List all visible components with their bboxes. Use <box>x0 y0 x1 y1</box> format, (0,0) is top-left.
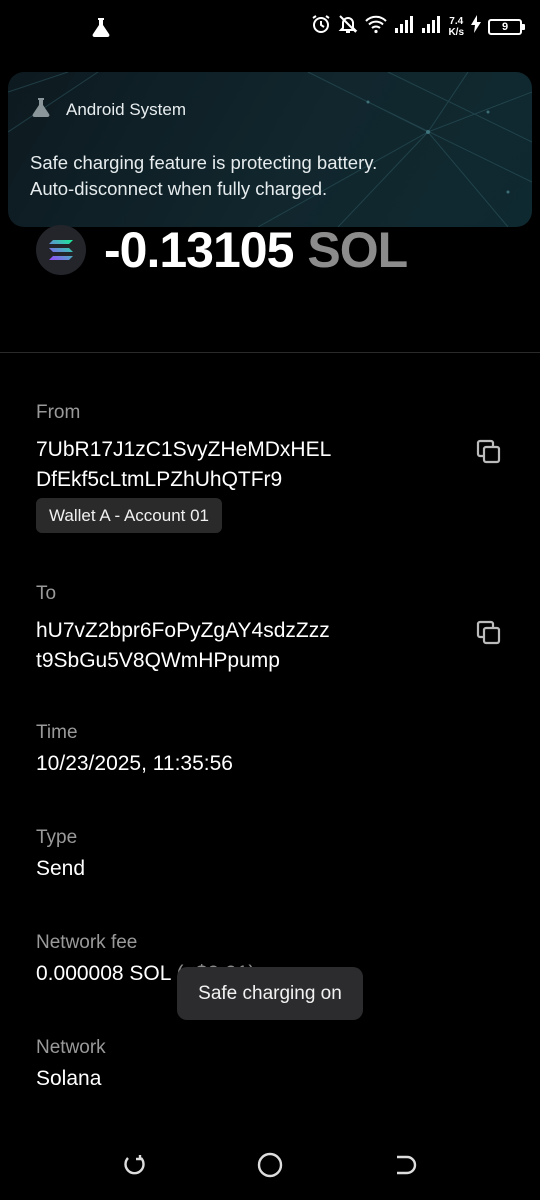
time-value: 10/23/2025, 11:35:56 <box>36 752 233 775</box>
network-value: Solana <box>36 1067 102 1090</box>
notification-app-name: Android System <box>66 99 186 119</box>
network-fee-label: Network fee <box>36 932 138 953</box>
signal-icon <box>421 15 441 38</box>
transaction-amount: -0.13105 <box>104 222 294 278</box>
notification-line-1: Safe charging feature is protecting batt… <box>30 152 378 173</box>
divider <box>0 352 540 353</box>
type-value: Send <box>36 857 86 880</box>
to-address-line-2: t9SbGu5V8QWmHPpump <box>36 649 280 672</box>
home-icon[interactable] <box>255 1150 285 1180</box>
to-address[interactable]: hU7vZ2bpr6FoPyZgAY4sdzZzz t9SbGu5V8QWmHP… <box>36 616 456 676</box>
wallet-account-tag: Wallet A - Account 01 <box>36 498 223 533</box>
alarm-icon <box>311 14 331 39</box>
notification-line-2: Auto-disconnect when fully charged. <box>30 178 328 199</box>
copy-from-address-icon[interactable] <box>476 439 502 465</box>
from-address-line-1: 7UbR17J1zC1SvyZHeMDxHEL <box>36 438 332 461</box>
notification-card[interactable]: Android System Safe charging feature is … <box>8 72 532 227</box>
speed-value: 7.4 <box>449 15 464 27</box>
type-label: Type <box>36 827 78 848</box>
wifi-icon <box>365 14 388 39</box>
from-address-line-2: DfEkf5cLtmLPZhUhQTFr9 <box>36 468 283 491</box>
fee-amount: 0.000008 SOL <box>36 962 171 985</box>
navigation-bar <box>0 1130 540 1200</box>
to-address-line-1: hU7vZ2bpr6FoPyZgAY4sdzZzz <box>36 619 330 642</box>
battery-level: 9 <box>501 20 509 33</box>
amount-row: -0.13105 SOL <box>36 222 408 278</box>
back-icon[interactable] <box>390 1150 420 1180</box>
solana-logo-icon <box>36 225 86 275</box>
time-label: Time <box>36 722 78 743</box>
speed-unit: K/s <box>448 26 464 38</box>
signal-icon <box>394 15 414 38</box>
amount-unit: SOL <box>307 222 408 278</box>
from-address[interactable]: 7UbR17J1zC1SvyZHeMDxHEL DfEkf5cLtmLPZhUh… <box>36 435 456 495</box>
recents-icon[interactable] <box>120 1150 150 1180</box>
flask-icon <box>30 96 52 123</box>
bell-off-icon <box>338 14 358 39</box>
copy-to-address-icon[interactable] <box>476 620 502 646</box>
network-label: Network <box>36 1037 106 1058</box>
status-bar: 7.4 K/s 9 <box>0 0 540 62</box>
to-label: To <box>36 583 57 604</box>
network-speed: 7.4 K/s <box>448 16 464 38</box>
charging-icon <box>471 15 481 38</box>
notification-message: Safe charging feature is protecting batt… <box>30 150 510 202</box>
toast-message: Safe charging on <box>177 967 363 1020</box>
flask-icon <box>90 16 112 43</box>
battery-icon: 9 <box>488 18 525 35</box>
from-label: From <box>36 402 81 423</box>
